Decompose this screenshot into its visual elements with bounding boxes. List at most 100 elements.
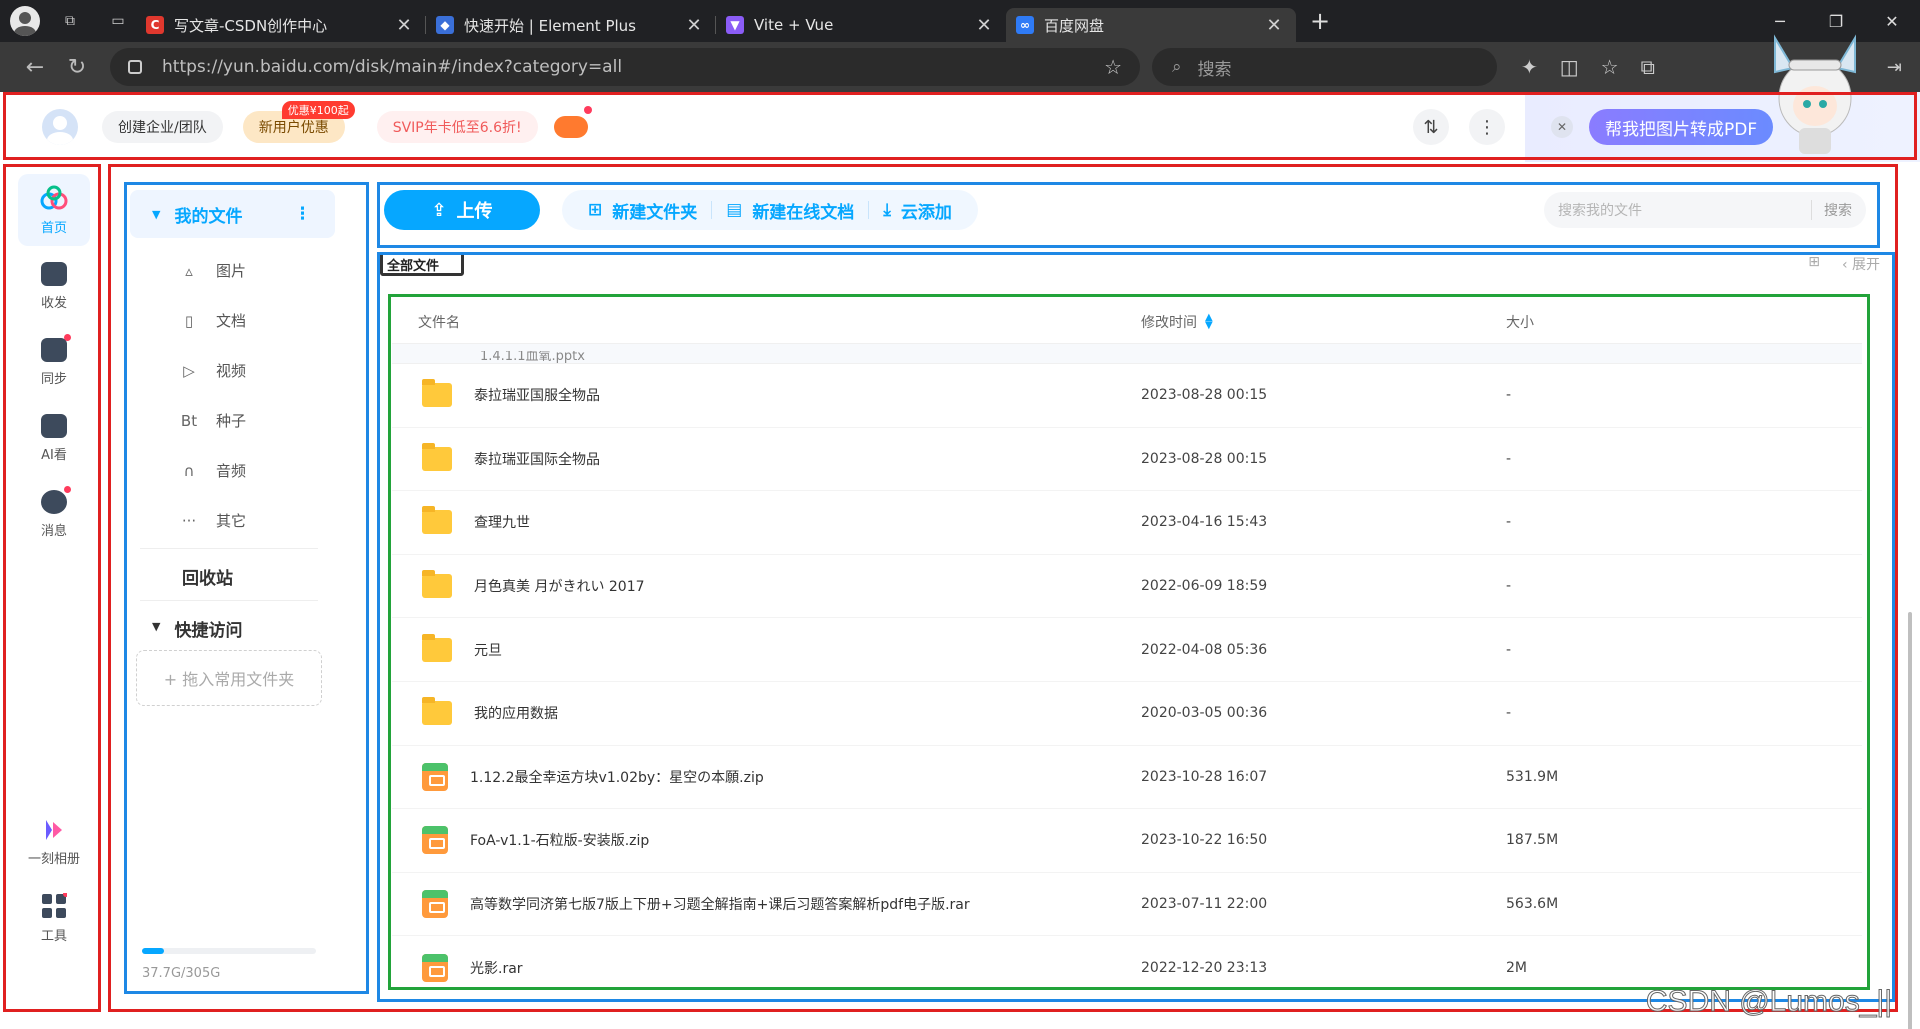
svip-offer-button[interactable]: SVIP年卡低至6.6折!	[376, 111, 538, 143]
tab-element-plus[interactable]: ◆ 快速开始 | Element Plus ✕	[426, 8, 716, 42]
nav-item-videos[interactable]: ▷ 视频	[180, 360, 246, 381]
rail-item-home[interactable]: 首页	[18, 174, 90, 246]
table-row[interactable]: 泰拉瑞亚国服全物品 2023-08-28 00:15 -	[392, 364, 1862, 428]
file-name-cell: 泰拉瑞亚国服全物品	[392, 379, 1141, 408]
tab-csdn[interactable]: C 写文章-CSDN创作中心 ✕	[136, 8, 426, 42]
rail-item-tools[interactable]: 工具	[18, 882, 90, 954]
rail-item-sync[interactable]: 同步	[18, 326, 90, 398]
table-row[interactable]: 1.12.2最全幸运方块v1.02by：星空の本願.zip 2023-10-28 …	[392, 746, 1862, 810]
file-name[interactable]: 月色真美 月がきれい 2017	[474, 576, 645, 596]
column-header-name[interactable]: 文件名	[392, 312, 1141, 332]
create-team-button[interactable]: 创建企业/团队	[102, 111, 223, 143]
url-field[interactable]: https://yun.baidu.com/disk/main#/index?c…	[110, 48, 1140, 86]
file-name[interactable]: 我的应用数据	[474, 703, 558, 723]
table-row[interactable]: 元旦 2022-04-08 05:36 -	[392, 618, 1862, 682]
ai-icon	[41, 413, 67, 438]
quick-access-item[interactable]: ▼ 快捷访问	[152, 616, 242, 641]
avatar[interactable]	[42, 109, 78, 145]
game-icon[interactable]	[553, 106, 592, 138]
browser-profile-icon[interactable]	[10, 6, 40, 36]
divider	[140, 548, 318, 549]
back-icon[interactable]: ←	[14, 47, 56, 87]
file-name[interactable]: 光影.rar	[470, 958, 523, 978]
table-row[interactable]: 高等数学同济第七版7版上下册+习题全解指南+课后习题答案解析pdf电子版.rar…	[392, 873, 1862, 937]
file-name-cell: 元旦	[392, 633, 1141, 662]
view-controls: ⊞ ‹ 展开	[1808, 254, 1880, 274]
table-row[interactable]: 查理九世 2023-04-16 15:43 -	[392, 491, 1862, 555]
offer-badge: 优惠¥100起	[281, 101, 355, 119]
scrollbar[interactable]	[1908, 612, 1912, 1029]
reload-icon[interactable]: ↻	[56, 47, 98, 87]
rail-item-ai[interactable]: AI看	[18, 402, 90, 474]
collections-icon[interactable]: ⧉	[1641, 55, 1655, 79]
file-name[interactable]: 1.12.2最全幸运方块v1.02by：星空の本願.zip	[470, 767, 764, 787]
more-menu-icon[interactable]: ⋮	[1469, 109, 1505, 145]
nav-item-images[interactable]: ▵ 图片	[180, 260, 246, 281]
sidebar-toggle-icon[interactable]: ⇥	[1887, 57, 1902, 78]
file-name[interactable]: 元旦	[474, 640, 502, 660]
grid-view-icon[interactable]: ⊞	[1808, 254, 1820, 274]
file-search-input[interactable]: 搜索我的文件 搜索	[1544, 192, 1866, 228]
rail-item-message[interactable]: 消息	[18, 478, 90, 550]
table-row[interactable]: 我的应用数据 2020-03-05 00:36 -	[392, 682, 1862, 746]
toolbar-actions: ⊞ 新建文件夹 ▤ 新建在线文档 ⤓ 云添加	[562, 190, 978, 230]
rail-item-share[interactable]: 收发	[18, 250, 90, 322]
more-icon[interactable]: ⋮	[294, 204, 311, 224]
table-row[interactable]: 光影.rar 2022-12-20 23:13 2M	[392, 936, 1862, 1000]
workspaces-icon[interactable]: ⧉	[52, 5, 88, 37]
close-icon[interactable]: ✕	[1262, 15, 1286, 36]
torrent-icon: Bt	[180, 411, 198, 430]
sort-icon[interactable]: ▲ ▼	[1205, 312, 1213, 330]
favorite-star-icon[interactable]: ☆	[1104, 55, 1122, 79]
table-row[interactable]: 1.4.1.1血氧.pptx	[392, 344, 1862, 364]
nav-item-docs[interactable]: ▯ 文档	[180, 310, 246, 331]
close-icon[interactable]: ✕	[682, 15, 706, 36]
tab-vite-vue[interactable]: ▼ Vite + Vue ✕	[716, 8, 1006, 42]
extensions-icon[interactable]: ✦	[1521, 55, 1538, 79]
split-screen-icon[interactable]: ◫	[1560, 55, 1579, 79]
column-header-size[interactable]: 大小	[1506, 312, 1806, 332]
new-user-offer-button[interactable]: 新用户优惠 优惠¥100起	[242, 101, 355, 143]
nav-item-other[interactable]: ··· 其它	[180, 510, 246, 531]
browser-search-box[interactable]: ⌕ 搜索	[1152, 48, 1497, 86]
close-icon[interactable]: ✕	[972, 15, 996, 36]
my-files-item[interactable]: ▼ 我的文件 ⋮	[130, 190, 335, 238]
headphones-icon: ∩	[183, 461, 195, 480]
column-header-time[interactable]: 修改时间 ▲ ▼	[1141, 312, 1506, 332]
transfer-list-icon[interactable]: ⇅	[1413, 109, 1449, 145]
element-plus-favicon-icon: ◆	[436, 16, 454, 34]
storage-quota-fill	[142, 948, 164, 954]
file-search-button[interactable]: 搜索	[1811, 200, 1852, 220]
favorites-icon[interactable]: ☆	[1601, 55, 1619, 79]
file-name-cell: 高等数学同济第七版7版上下册+习题全解指南+课后习题答案解析pdf电子版.rar	[392, 890, 1141, 919]
close-promo-icon[interactable]: ✕	[1551, 116, 1573, 138]
expand-toggle[interactable]: ‹ 展开	[1842, 254, 1880, 274]
archive-icon	[422, 953, 448, 982]
recycle-bin-item[interactable]: 回收站	[182, 564, 233, 589]
new-tab-button[interactable]: +	[1302, 7, 1338, 35]
file-name[interactable]: 泰拉瑞亚国际全物品	[474, 449, 600, 469]
image-to-pdf-button[interactable]: 帮我把图片转成PDF	[1589, 109, 1774, 145]
breadcrumb[interactable]: 全部文件	[380, 252, 464, 276]
table-row[interactable]: 泰拉瑞亚国际全物品 2023-08-28 00:15 -	[392, 428, 1862, 492]
tab-baidu-pan[interactable]: ∞ 百度网盘 ✕	[1006, 8, 1296, 42]
file-name[interactable]: 查理九世	[474, 512, 530, 532]
quick-access-dropzone[interactable]: + 拖入常用文件夹	[136, 650, 322, 706]
close-icon[interactable]: ✕	[392, 15, 416, 36]
nav-item-audio[interactable]: ∩ 音频	[180, 460, 247, 481]
file-size: 531.9M	[1506, 768, 1559, 785]
table-row[interactable]: FoA-v1.1-石粒版-安装版.zip 2023-10-22 16:50 187.…	[392, 809, 1862, 873]
file-name[interactable]: FoA-v1.1-石粒版-安装版.zip	[470, 830, 649, 850]
upload-button[interactable]: ⇪ 上传	[384, 190, 540, 230]
rail-item-album[interactable]: 一刻相册	[18, 806, 90, 878]
new-folder-button[interactable]: ⊞ 新建文件夹	[574, 198, 711, 223]
file-name[interactable]: 高等数学同济第七版7版上下册+习题全解指南+课后习题答案解析pdf电子版.rar	[470, 894, 970, 914]
tab-actions-icon[interactable]: ▭	[100, 5, 136, 37]
new-online-doc-button[interactable]: ▤ 新建在线文档	[712, 198, 868, 223]
table-row[interactable]: 月色真美 月がきれい 2017 2022-06-09 18:59 -	[392, 555, 1862, 619]
file-name[interactable]: 泰拉瑞亚国服全物品	[474, 385, 600, 405]
cloud-add-button[interactable]: ⤓ 云添加	[869, 198, 966, 223]
archive-icon	[422, 826, 448, 855]
album-icon	[46, 819, 62, 840]
nav-item-torrents[interactable]: Bt 种子	[180, 410, 246, 431]
